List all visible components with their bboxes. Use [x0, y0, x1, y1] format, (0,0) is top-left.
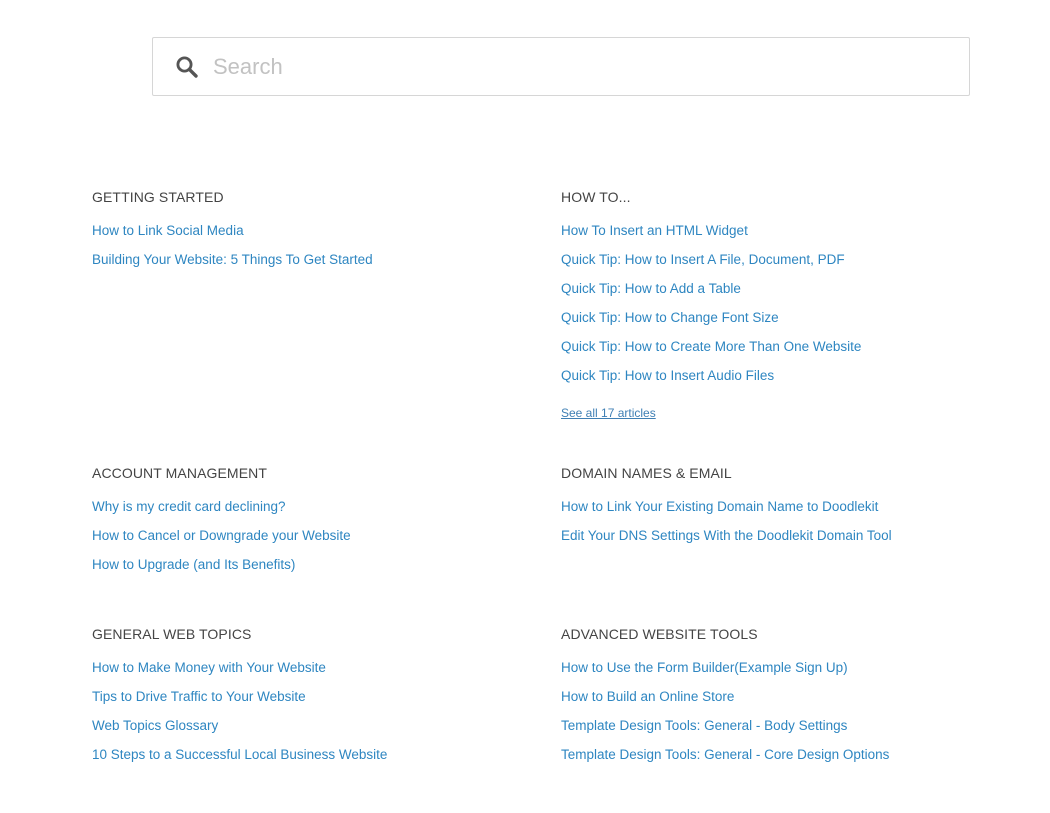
list-item: Quick Tip: How to Add a Table: [561, 281, 981, 310]
section-title: ACCOUNT MANAGEMENT: [92, 465, 267, 481]
search-bar[interactable]: [152, 37, 970, 96]
section-title: DOMAIN NAMES & EMAIL: [561, 465, 732, 481]
section-title: ADVANCED WEBSITE TOOLS: [561, 626, 758, 642]
article-list: How To Insert an HTML Widget Quick Tip: …: [561, 223, 981, 397]
section-general-web-topics: GENERAL WEB TOPICS How to Make Money wit…: [92, 626, 512, 776]
list-item: Quick Tip: How to Change Font Size: [561, 310, 981, 339]
article-link[interactable]: Quick Tip: How to Create More Than One W…: [561, 339, 861, 354]
article-link[interactable]: Why is my credit card declining?: [92, 499, 286, 514]
list-item: How to Make Money with Your Website: [92, 660, 512, 689]
list-item: Web Topics Glossary: [92, 718, 512, 747]
article-list: How to Make Money with Your Website Tips…: [92, 660, 512, 776]
section-how-to: HOW TO... How To Insert an HTML Widget Q…: [561, 189, 981, 422]
section-advanced-website-tools: ADVANCED WEBSITE TOOLS How to Use the Fo…: [561, 626, 981, 776]
article-list: Why is my credit card declining? How to …: [92, 499, 512, 586]
section-title: GETTING STARTED: [92, 189, 224, 205]
list-item: Template Design Tools: General - Core De…: [561, 747, 981, 776]
article-link[interactable]: Quick Tip: How to Insert Audio Files: [561, 368, 774, 383]
list-item: How to Cancel or Downgrade your Website: [92, 528, 512, 557]
article-link[interactable]: 10 Steps to a Successful Local Business …: [92, 747, 387, 762]
section-domain-names-email: DOMAIN NAMES & EMAIL How to Link Your Ex…: [561, 465, 981, 557]
list-item: How to Link Social Media: [92, 223, 512, 252]
article-link[interactable]: Quick Tip: How to Add a Table: [561, 281, 741, 296]
see-all-articles-link[interactable]: See all 17 articles: [561, 406, 656, 420]
section-title: GENERAL WEB TOPICS: [92, 626, 252, 642]
article-link[interactable]: Quick Tip: How to Insert A File, Documen…: [561, 252, 845, 267]
section-account-management: ACCOUNT MANAGEMENT Why is my credit card…: [92, 465, 512, 586]
list-item: Quick Tip: How to Insert A File, Documen…: [561, 252, 981, 281]
list-item: Template Design Tools: General - Body Se…: [561, 718, 981, 747]
article-link[interactable]: How To Insert an HTML Widget: [561, 223, 748, 238]
article-link[interactable]: Template Design Tools: General - Body Se…: [561, 718, 847, 733]
article-list: How to Use the Form Builder(Example Sign…: [561, 660, 981, 776]
list-item: How to Upgrade (and Its Benefits): [92, 557, 512, 586]
list-item: How To Insert an HTML Widget: [561, 223, 981, 252]
search-input[interactable]: [213, 38, 953, 95]
article-link[interactable]: Template Design Tools: General - Core De…: [561, 747, 889, 762]
article-link[interactable]: How to Link Social Media: [92, 223, 244, 238]
article-link[interactable]: Edit Your DNS Settings With the Doodleki…: [561, 528, 892, 543]
list-item: Quick Tip: How to Insert Audio Files: [561, 368, 981, 397]
article-link[interactable]: Building Your Website: 5 Things To Get S…: [92, 252, 373, 267]
article-link[interactable]: Quick Tip: How to Change Font Size: [561, 310, 779, 325]
article-link[interactable]: Web Topics Glossary: [92, 718, 218, 733]
list-item: 10 Steps to a Successful Local Business …: [92, 747, 512, 776]
article-link[interactable]: Tips to Drive Traffic to Your Website: [92, 689, 306, 704]
article-link[interactable]: How to Link Your Existing Domain Name to…: [561, 499, 878, 514]
article-list: How to Link Your Existing Domain Name to…: [561, 499, 981, 557]
list-item: Edit Your DNS Settings With the Doodleki…: [561, 528, 981, 557]
list-item: Tips to Drive Traffic to Your Website: [92, 689, 512, 718]
list-item: Why is my credit card declining?: [92, 499, 512, 528]
list-item: How to Link Your Existing Domain Name to…: [561, 499, 981, 528]
list-item: Quick Tip: How to Create More Than One W…: [561, 339, 981, 368]
list-item: Building Your Website: 5 Things To Get S…: [92, 252, 512, 281]
article-link[interactable]: How to Upgrade (and Its Benefits): [92, 557, 295, 572]
list-item: How to Use the Form Builder(Example Sign…: [561, 660, 981, 689]
list-item: How to Build an Online Store: [561, 689, 981, 718]
article-link[interactable]: How to Build an Online Store: [561, 689, 734, 704]
section-title: HOW TO...: [561, 189, 631, 205]
article-list: How to Link Social Media Building Your W…: [92, 223, 512, 281]
search-icon: [176, 56, 198, 78]
help-center-page: GETTING STARTED How to Link Social Media…: [0, 0, 1050, 813]
section-getting-started: GETTING STARTED How to Link Social Media…: [92, 189, 512, 281]
article-link[interactable]: How to Cancel or Downgrade your Website: [92, 528, 351, 543]
article-link[interactable]: How to Make Money with Your Website: [92, 660, 326, 675]
article-link[interactable]: How to Use the Form Builder(Example Sign…: [561, 660, 848, 675]
